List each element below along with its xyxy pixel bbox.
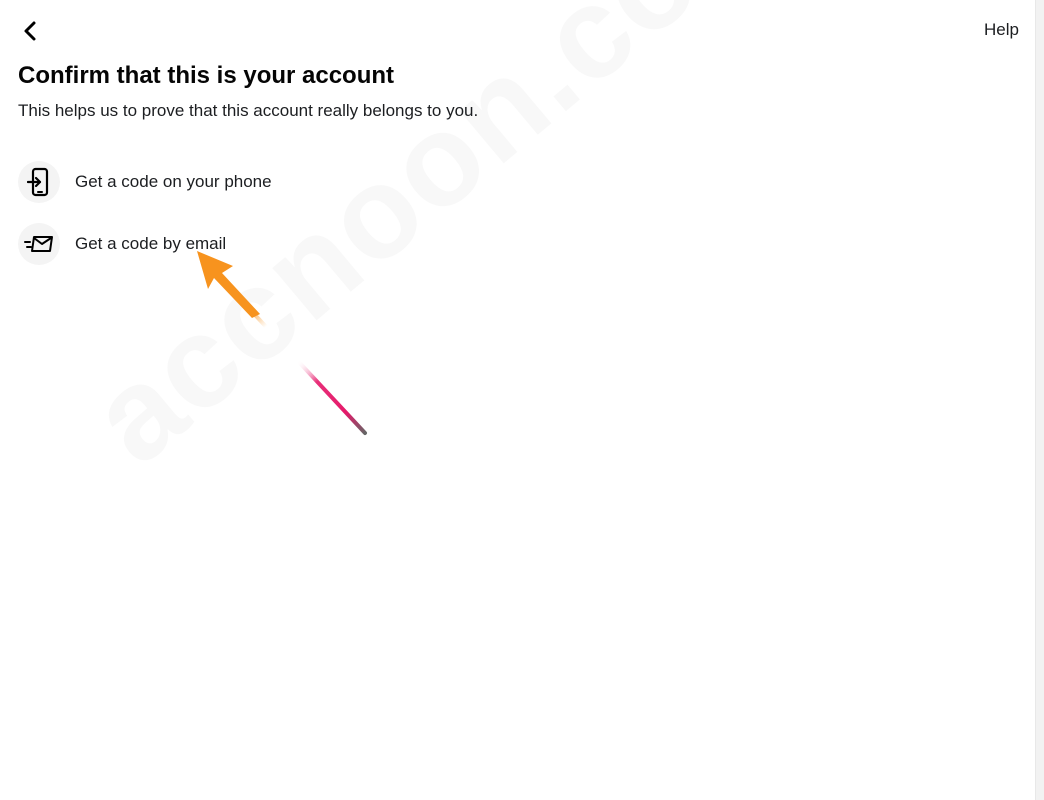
confirm-account-page: Help Confirm that this is your account T… bbox=[0, 0, 1044, 800]
email-send-icon bbox=[18, 223, 60, 265]
phone-login-icon bbox=[18, 161, 60, 203]
option-label: Get a code on your phone bbox=[75, 172, 272, 191]
option-code-phone[interactable]: Get a code on your phone bbox=[18, 161, 272, 203]
chevron-left-icon bbox=[24, 21, 36, 41]
page-subtitle: This helps us to prove that this account… bbox=[18, 101, 479, 120]
scrollbar[interactable] bbox=[1035, 0, 1044, 800]
option-code-email[interactable]: Get a code by email bbox=[18, 223, 226, 265]
option-label: Get a code by email bbox=[75, 234, 227, 253]
page-title: Confirm that this is your account bbox=[18, 62, 395, 89]
back-button[interactable] bbox=[16, 17, 44, 45]
help-link[interactable]: Help bbox=[984, 20, 1019, 40]
